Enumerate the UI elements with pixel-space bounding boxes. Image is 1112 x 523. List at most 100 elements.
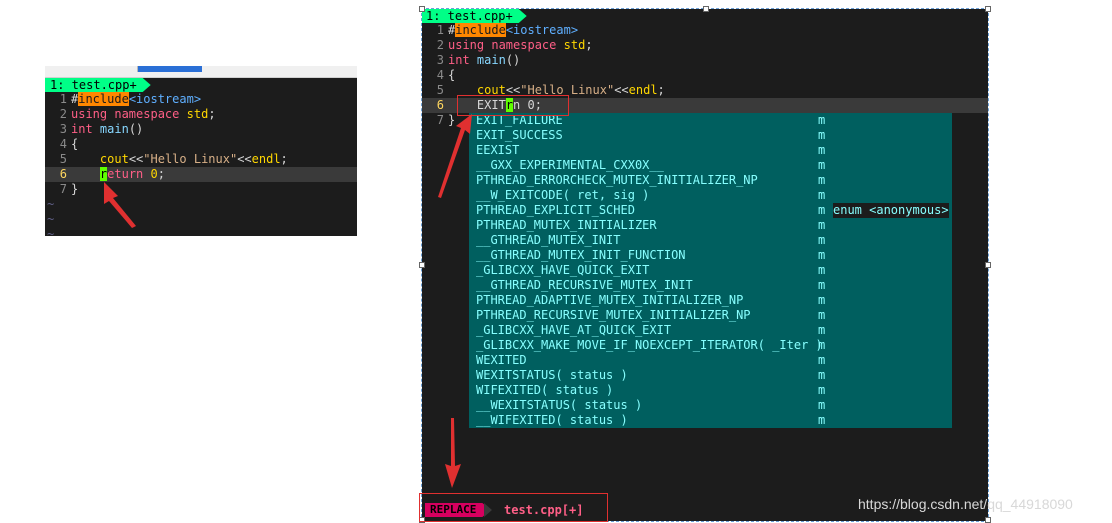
code-token: { (448, 68, 456, 82)
right-code-line[interactable]: 4{ (422, 68, 988, 83)
code-token: cout (99, 152, 129, 166)
completion-kind: m (818, 128, 826, 142)
right-buffer-tab[interactable]: 1: test.cpp+ (422, 9, 527, 23)
code-token: << (128, 152, 144, 166)
code-token: "Hello Linux" (143, 152, 238, 166)
code-token: ; (657, 83, 665, 97)
left-code-line[interactable]: 7} (45, 182, 357, 197)
right-annotation-arrow-up (438, 114, 472, 198)
left-code-line[interactable]: 3 int main() (45, 122, 357, 137)
completion-item[interactable]: WEXITSTATUS( status ) (476, 368, 628, 383)
line-number: 2 (59, 107, 67, 121)
code-token: ; (585, 38, 593, 52)
right-code-line[interactable]: 3 int main() (422, 53, 988, 68)
code-token: endl (628, 83, 658, 97)
completion-kind: m (818, 338, 826, 352)
right-code-line[interactable]: 1 #include<iostream> (422, 23, 988, 38)
resize-handle-tm[interactable] (703, 6, 709, 12)
code-token: 0 (150, 167, 158, 181)
left-code-line[interactable]: 4{ (45, 137, 357, 152)
completion-item[interactable]: EXIT_SUCCESS (476, 128, 563, 143)
code-token: int (448, 53, 470, 67)
completion-item[interactable]: WEXITED (476, 353, 527, 368)
code-token: eturn (107, 167, 144, 181)
completion-item[interactable]: PTHREAD_EXPLICIT_SCHED (476, 203, 635, 218)
completion-kind: m (818, 233, 826, 247)
code-token: int (71, 122, 93, 136)
code-token: <iostream> (505, 23, 579, 37)
code-token: std (563, 38, 586, 52)
completion-extra-info: enum <anonymous> (833, 203, 949, 218)
left-arrow-shape (104, 182, 136, 228)
left-code-line[interactable]: 5 cout<<"Hello Linux"<<endl; (45, 152, 357, 167)
code-token: << (237, 152, 252, 166)
code-token: <iostream> (128, 92, 202, 106)
completion-kind: m (818, 278, 826, 292)
completion-item[interactable]: _GLIBCXX_HAVE_AT_QUICK_EXIT (476, 323, 671, 338)
code-token: ; (280, 152, 288, 166)
watermark: https://blog.csdn.net/qq_44918090 (858, 496, 1073, 512)
line-number: 7 (59, 182, 67, 196)
completion-item[interactable]: __WIFEXITED( status ) (476, 413, 628, 428)
completion-item[interactable]: PTHREAD_ADAPTIVE_MUTEX_INITIALIZER_NP (476, 293, 743, 308)
code-token: namespace (114, 107, 180, 121)
code-token: using (71, 107, 108, 121)
code-token: } (71, 182, 79, 196)
left-buffer-tab[interactable]: 1: test.cpp+ (45, 78, 151, 92)
code-token: using (448, 38, 485, 52)
code-token: main (476, 53, 506, 67)
completion-kind: m (818, 383, 826, 397)
right-arrow-down-shape (445, 418, 461, 488)
line-number: 3 (436, 53, 444, 67)
code-token: std (186, 107, 209, 121)
line-number: 1 (59, 92, 67, 106)
resize-handle-br[interactable] (985, 517, 991, 523)
left-window-tab-2-active[interactable] (138, 66, 202, 72)
code-token: () (128, 122, 144, 136)
completion-item[interactable]: PTHREAD_ERRORCHECK_MUTEX_INITIALIZER_NP (476, 173, 758, 188)
completion-item[interactable]: _GLIBCXX_HAVE_QUICK_EXIT (476, 263, 649, 278)
line-number: 3 (59, 122, 67, 136)
completion-item[interactable]: _GLIBCXX_MAKE_MOVE_IF_NOEXCEPT_ITERATOR(… (476, 338, 823, 353)
left-code-line[interactable]: 1 #include<iostream> (45, 92, 357, 107)
completion-kind: m (818, 398, 826, 412)
completion-item[interactable]: __WEXITSTATUS( status ) (476, 398, 642, 413)
completion-kind: m (818, 353, 826, 367)
completion-item[interactable]: __GTHREAD_MUTEX_INIT_FUNCTION (476, 248, 686, 263)
completion-kind: m (818, 113, 826, 127)
code-token: namespace (491, 38, 557, 52)
right-code-line[interactable]: 2 using namespace std; (422, 38, 988, 53)
code-token: endl (251, 152, 281, 166)
right-arrow-up-shape (438, 114, 472, 198)
completion-kind: m (818, 218, 826, 232)
left-code-line[interactable]: 2 using namespace std; (45, 107, 357, 122)
completion-item[interactable]: __W_EXITCODE( ret, sig ) (476, 188, 649, 203)
completion-item[interactable]: __GTHREAD_MUTEX_INIT (476, 233, 621, 248)
code-token: () (505, 53, 521, 67)
resize-handle-tl[interactable] (419, 6, 425, 12)
completion-item[interactable]: PTHREAD_MUTEX_INITIALIZER (476, 218, 657, 233)
completion-item[interactable]: PTHREAD_RECURSIVE_MUTEX_INITIALIZER_NP (476, 308, 751, 323)
completion-item[interactable]: __GTHREAD_RECURSIVE_MUTEX_INIT (476, 278, 693, 293)
completion-kind: m (818, 293, 826, 307)
completion-item[interactable]: WIFEXITED( status ) (476, 383, 613, 398)
line-number: 6 (59, 167, 67, 181)
completion-kind: m (818, 188, 826, 202)
code-token: include (455, 23, 506, 37)
left-window-tab-1[interactable] (45, 66, 138, 72)
line-number: 6 (436, 98, 444, 112)
resize-handle-tr[interactable] (985, 6, 991, 12)
code-token: main (99, 122, 129, 136)
left-code-line[interactable]: 6 return 0; (45, 167, 357, 182)
resize-handle-mr[interactable] (985, 262, 991, 268)
completion-item[interactable]: __GXX_EXPERIMENTAL_CXX0X__ (476, 158, 664, 173)
completion-item[interactable]: EEXIST (476, 143, 519, 158)
completion-kind: m (818, 308, 826, 322)
completion-popup: EXIT_FAILURE m EXIT_SUCCESS m EEXIST m __GXX_E… (469, 113, 952, 428)
completion-kind: m (818, 248, 826, 262)
resize-handle-ml[interactable] (419, 262, 425, 268)
left-window-tabbar (45, 66, 357, 78)
